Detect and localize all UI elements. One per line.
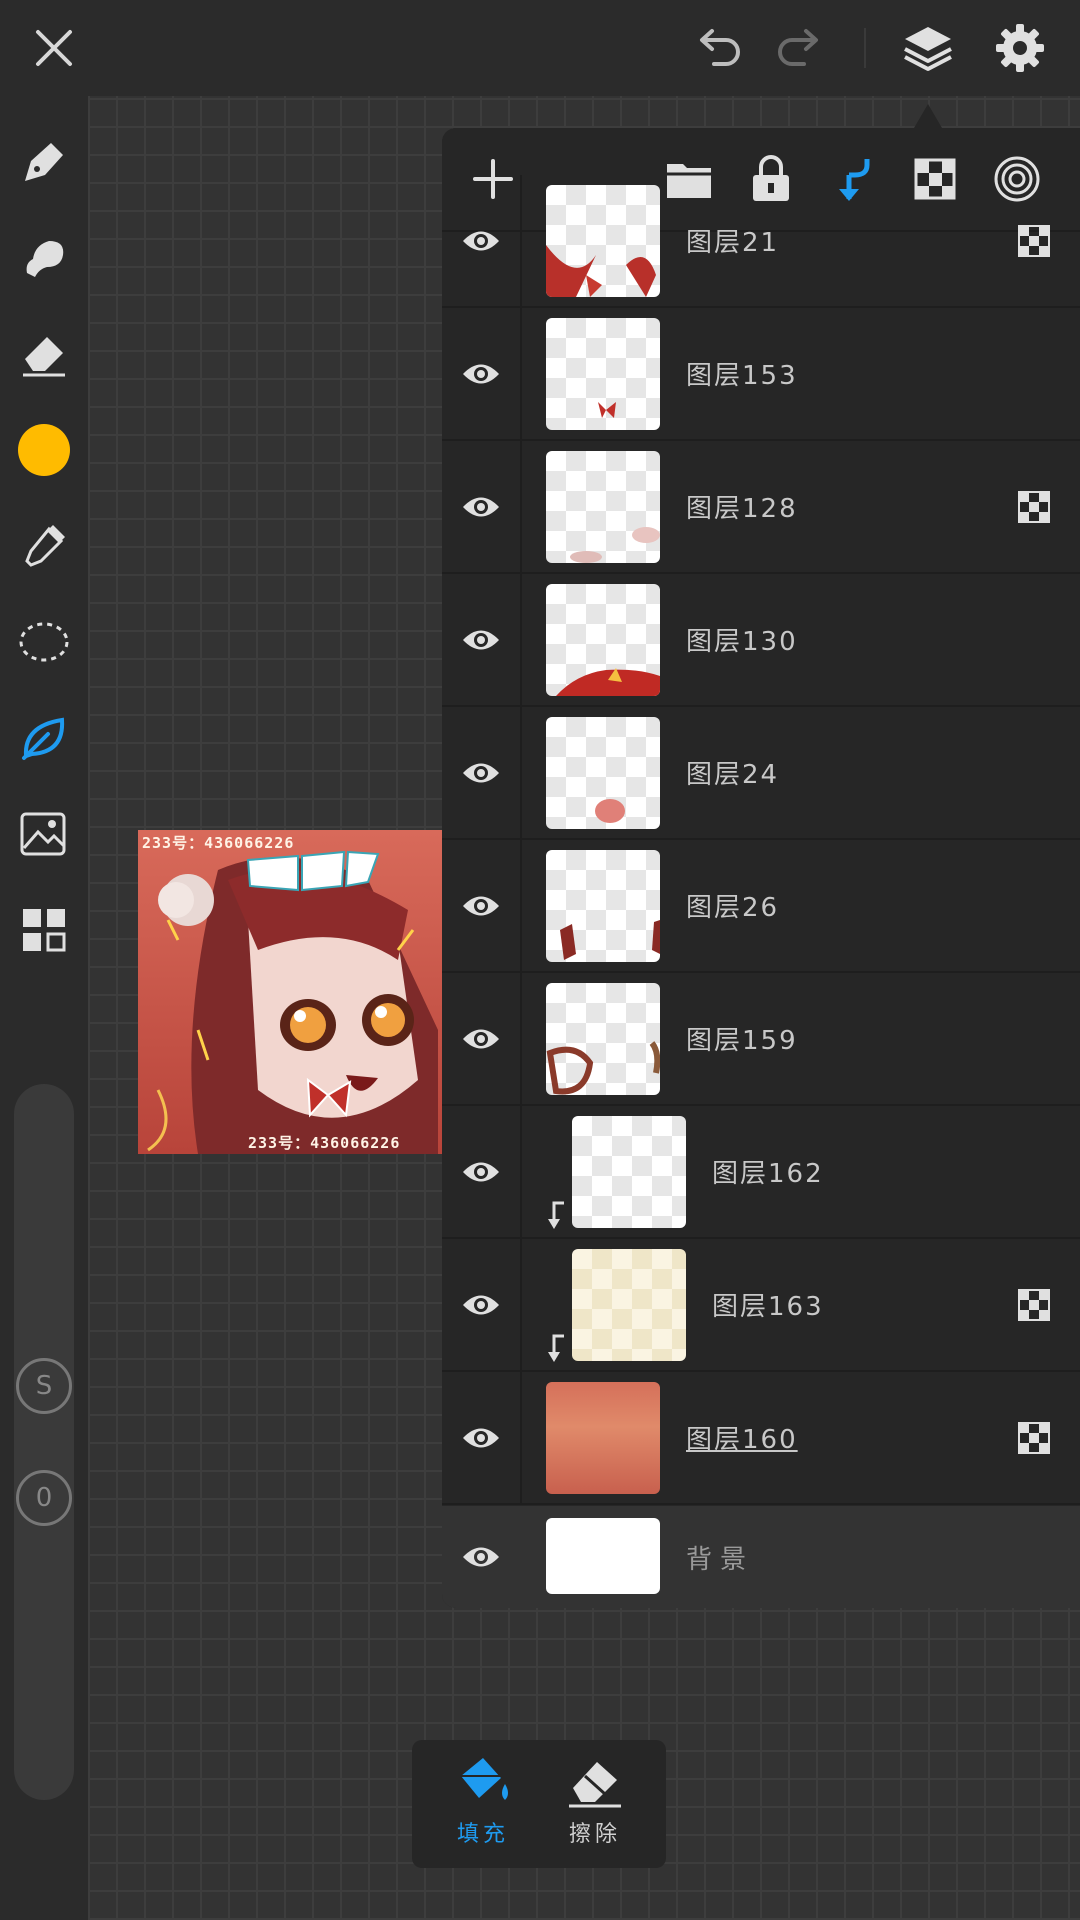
alpha-lock-indicator-icon <box>1018 1288 1050 1321</box>
eye-icon[interactable] <box>442 1106 522 1237</box>
layer-thumbnail <box>546 717 660 829</box>
eye-icon[interactable] <box>442 840 522 971</box>
layer-row[interactable]: 图层162 <box>442 1106 1080 1239</box>
eye-icon[interactable] <box>442 175 522 306</box>
layer-row[interactable]: 图层24 <box>442 707 1080 840</box>
layer-name: 图层24 <box>686 760 780 790</box>
alpha-lock-indicator-icon <box>1018 490 1050 523</box>
background-thumbnail <box>546 1518 660 1594</box>
background-layer-name: 背景 <box>686 1544 755 1575</box>
layer-thumbnail <box>546 584 660 696</box>
eyedropper-icon[interactable] <box>12 514 76 578</box>
layer-row[interactable]: 图层130 <box>442 574 1080 707</box>
layer-name: 图层21 <box>686 228 780 258</box>
background-layer-row[interactable]: 背景 <box>442 1506 1080 1608</box>
opacity-indicator: 0 <box>16 1470 72 1526</box>
erase-label: 擦除 <box>568 1822 621 1847</box>
layers-panel: 图层21 图层153 图层128 图层130 图层24 图层26 图层159 图… <box>442 128 1080 1608</box>
layer-row[interactable]: 图层159 <box>442 973 1080 1106</box>
layer-thumbnail <box>572 1249 686 1361</box>
layer-thumbnail <box>546 451 660 563</box>
artwork-image: 233号：436066226 233号：436066226 <box>138 830 442 1154</box>
eye-icon[interactable] <box>442 707 522 838</box>
layer-name: 图层128 <box>686 494 798 524</box>
close-icon[interactable] <box>24 18 84 78</box>
layer-thumbnail <box>572 1116 686 1228</box>
tool-sidebar: S 0 <box>0 96 88 1920</box>
alpha-lock-indicator-icon <box>1018 224 1050 257</box>
image-import-icon[interactable] <box>12 802 76 866</box>
redo-icon[interactable] <box>770 18 830 78</box>
artwork-bottom-text: 233号：436066226 <box>248 1134 401 1152</box>
layer-name: 图层153 <box>686 361 798 391</box>
panel-pointer <box>914 104 942 128</box>
layer-thumbnail <box>546 850 660 962</box>
eye-icon[interactable] <box>442 973 522 1104</box>
layer-name: 图层130 <box>686 627 798 657</box>
layers-icon[interactable] <box>898 18 958 78</box>
layer-row-selected[interactable]: 图层160 <box>442 1372 1080 1505</box>
layer-name: 图层160 <box>686 1425 798 1455</box>
layer-name: 图层163 <box>712 1292 824 1322</box>
layer-thumbnail <box>546 983 660 1095</box>
layer-row[interactable]: 图层163 <box>442 1239 1080 1372</box>
erase-button[interactable]: 擦除 <box>540 1754 650 1864</box>
eye-icon[interactable] <box>442 308 522 439</box>
top-bar <box>0 0 1080 96</box>
layer-thumbnail <box>546 318 660 430</box>
alpha-lock-indicator-icon <box>1018 1421 1050 1454</box>
smudge-icon[interactable] <box>12 226 76 290</box>
eraser-icon <box>569 1762 621 1808</box>
gear-icon[interactable] <box>990 18 1050 78</box>
leaf-icon[interactable] <box>12 706 76 770</box>
lasso-icon[interactable] <box>12 610 76 674</box>
layer-thumbnail <box>546 185 660 297</box>
artwork-top-text: 233号：436066226 <box>142 834 295 852</box>
layer-name: 图层162 <box>712 1159 824 1189</box>
clip-arrow-icon <box>548 1334 564 1362</box>
layer-name: 图层159 <box>686 1026 798 1056</box>
clip-arrow-icon <box>548 1201 564 1229</box>
eye-icon[interactable] <box>442 441 522 572</box>
paint-bucket-icon <box>461 1758 508 1800</box>
layer-name: 图层26 <box>686 893 780 923</box>
eraser-icon[interactable] <box>12 322 76 386</box>
pen-icon[interactable] <box>12 130 76 194</box>
eye-icon[interactable] <box>442 1239 522 1370</box>
fill-button[interactable]: 填充 <box>428 1754 538 1864</box>
toolbar-divider <box>864 28 866 68</box>
undo-icon[interactable] <box>688 18 748 78</box>
size-opacity-slider[interactable] <box>14 1084 74 1800</box>
layer-row[interactable]: 图层26 <box>442 840 1080 973</box>
eye-icon[interactable] <box>442 1372 522 1503</box>
layer-row[interactable]: 图层153 <box>442 308 1080 441</box>
layer-thumbnail <box>546 1382 660 1494</box>
eye-icon[interactable] <box>442 1506 520 1608</box>
fill-erase-toolbar: 填充 擦除 <box>412 1740 666 1868</box>
layer-row[interactable]: 图层128 <box>442 441 1080 574</box>
layer-row[interactable]: 图层21 <box>442 175 1080 308</box>
eye-icon[interactable] <box>442 574 522 705</box>
fill-label: 填充 <box>456 1822 509 1847</box>
color-swatch[interactable] <box>12 418 76 482</box>
gallery-icon[interactable] <box>12 898 76 962</box>
size-indicator: S <box>16 1358 72 1414</box>
